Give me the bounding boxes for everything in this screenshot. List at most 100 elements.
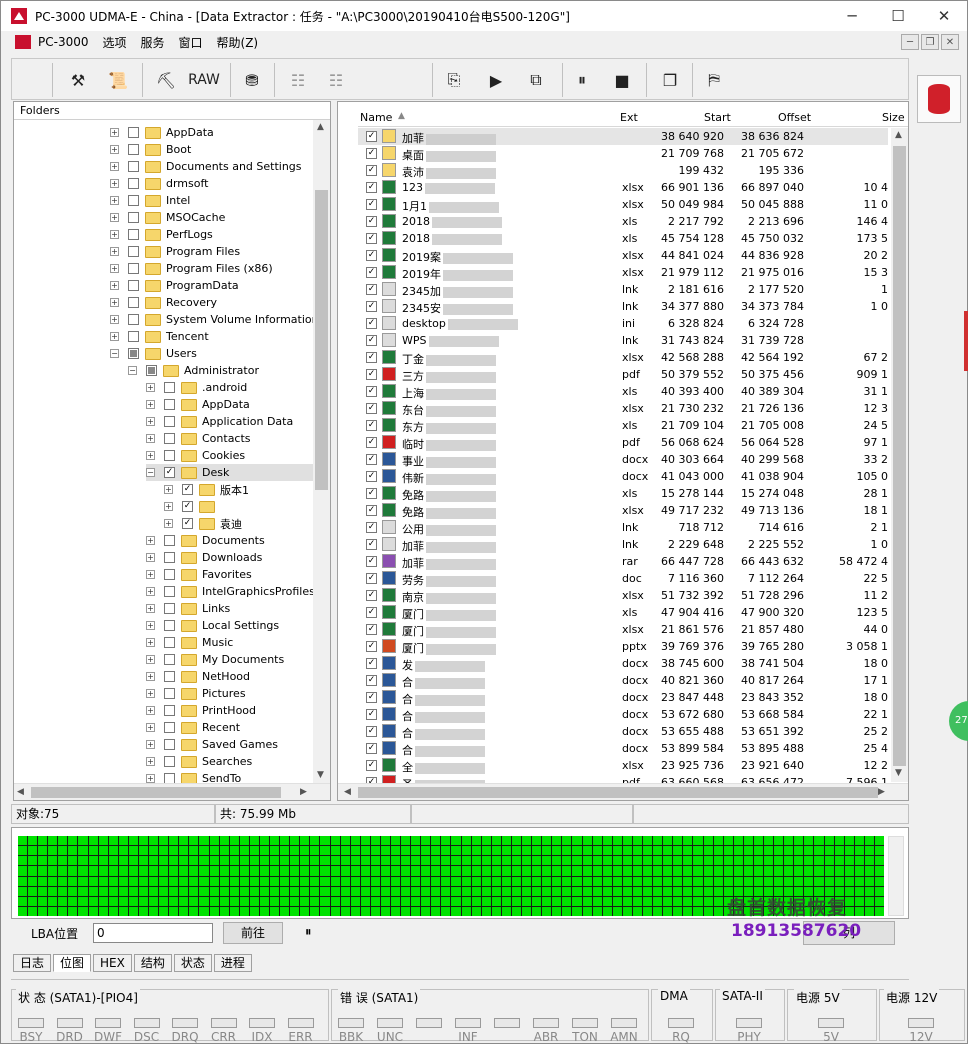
file-row[interactable]: ✓ 2019案 xlsx 44 841 024 44 836 928 20 2 — [358, 247, 888, 264]
folder-item[interactable]: + Cookies — [146, 447, 245, 464]
close-button[interactable]: ✕ — [921, 1, 967, 31]
folder-item[interactable]: + PerfLogs — [110, 226, 213, 243]
expand-toggle-icon[interactable]: + — [110, 179, 119, 188]
expand-toggle-icon[interactable]: + — [110, 264, 119, 273]
tools-icon[interactable]: ⚒ — [64, 67, 92, 93]
folder-item[interactable]: − ✓ Desk — [146, 464, 314, 481]
file-checkbox[interactable]: ✓ — [366, 624, 377, 635]
mdi-restore-button[interactable]: ❐ — [921, 34, 939, 50]
folder-checkbox[interactable]: ✓ — [182, 501, 193, 512]
expand-toggle-icon[interactable]: + — [146, 451, 155, 460]
exit-icon[interactable]: ⛿ — [700, 67, 728, 93]
file-row[interactable]: ✓ 免路 xlsx 49 717 232 49 713 136 18 1 — [358, 502, 888, 519]
file-checkbox[interactable]: ✓ — [366, 573, 377, 584]
file-row[interactable]: ✓ 加菲 lnk 2 229 648 2 225 552 1 0 — [358, 536, 888, 553]
network-icon[interactable]: ⧉ — [522, 67, 550, 93]
expand-toggle-icon[interactable]: + — [110, 247, 119, 256]
stop-icon[interactable]: ■ — [608, 67, 636, 93]
menu-options[interactable]: 选项 — [95, 34, 133, 51]
folder-item[interactable]: + Music — [146, 634, 233, 651]
lba-input[interactable]: 0 — [93, 923, 213, 943]
menu-window[interactable]: 窗口 — [172, 34, 210, 51]
folder-item[interactable]: + Boot — [110, 141, 191, 158]
expand-toggle-icon[interactable]: + — [146, 383, 155, 392]
folder-checkbox[interactable] — [128, 127, 139, 138]
folder-item[interactable]: + ProgramData — [110, 277, 239, 294]
folder-item[interactable]: + PrintHood — [146, 702, 256, 719]
folder-item[interactable]: + drmsoft — [110, 175, 208, 192]
folder-item[interactable]: + Downloads — [146, 549, 262, 566]
file-row[interactable]: ✓ 2345加 lnk 2 181 616 2 177 520 1 — [358, 281, 888, 298]
expand-toggle-icon[interactable]: + — [110, 196, 119, 205]
file-row[interactable]: ✓ 加菲 38 640 920 38 636 824 — [358, 128, 888, 145]
tab-bitmap[interactable]: 位图 — [53, 954, 92, 972]
binoculars-icon[interactable]: ⛏ — [152, 67, 180, 93]
file-row[interactable]: ✓ 劳务 doc 7 116 360 7 112 264 22 5 — [358, 570, 888, 587]
folder-item[interactable]: + AppData — [146, 396, 250, 413]
file-row[interactable]: ✓ 伟新 docx 41 043 000 41 038 904 105 0 — [358, 468, 888, 485]
file-list-scroll-thumb[interactable] — [893, 146, 906, 766]
expand-toggle-icon[interactable]: − — [146, 468, 155, 477]
file-checkbox[interactable]: ✓ — [366, 284, 377, 295]
pause-icon[interactable]: ⏸ — [568, 67, 596, 93]
folder-checkbox[interactable] — [164, 671, 175, 682]
folder-item[interactable]: + ✓ 袁迪 — [164, 515, 242, 532]
file-row[interactable]: ✓ 三方 pdf 50 379 552 50 375 456 909 1 — [358, 366, 888, 383]
file-checkbox[interactable]: ✓ — [366, 760, 377, 771]
file-row[interactable]: ✓ 合 docx 53 655 488 53 651 392 25 2 — [358, 723, 888, 740]
folder-checkbox[interactable] — [128, 178, 139, 189]
file-row[interactable]: ✓ 发 docx 38 745 600 38 741 504 18 0 — [358, 655, 888, 672]
file-checkbox[interactable]: ✓ — [366, 403, 377, 414]
folder-item[interactable]: + Recovery — [110, 294, 217, 311]
expand-toggle-icon[interactable]: + — [146, 706, 155, 715]
file-checkbox[interactable]: ✓ — [366, 250, 377, 261]
file-checkbox[interactable]: ✓ — [366, 726, 377, 737]
folder-item[interactable]: + IntelGraphicsProfiles — [146, 583, 314, 600]
file-checkbox[interactable]: ✓ — [366, 165, 377, 176]
folder-checkbox[interactable] — [128, 212, 139, 223]
folder-item[interactable]: + Local Settings — [146, 617, 279, 634]
file-row[interactable]: ✓ 公用 lnk 718 712 714 616 2 1 — [358, 519, 888, 536]
tab-hex[interactable]: HEX — [93, 954, 132, 972]
expand-toggle-icon[interactable]: + — [146, 604, 155, 613]
expand-toggle-icon[interactable]: + — [146, 621, 155, 630]
column-ext[interactable]: Ext — [620, 111, 638, 124]
side-badge[interactable]: 27 — [949, 701, 968, 741]
file-row[interactable]: ✓ 南京 xlsx 51 732 392 51 728 296 11 2 — [358, 587, 888, 604]
folder-checkbox[interactable] — [164, 569, 175, 580]
folder-checkbox[interactable] — [164, 433, 175, 444]
play-icon[interactable]: ▶ — [482, 67, 510, 93]
expand-toggle-icon[interactable]: + — [110, 281, 119, 290]
file-checkbox[interactable]: ✓ — [366, 692, 377, 703]
expand-toggle-icon[interactable]: + — [164, 502, 173, 511]
expand-toggle-icon[interactable]: + — [146, 434, 155, 443]
file-checkbox[interactable]: ✓ — [366, 267, 377, 278]
folder-checkbox[interactable] — [164, 450, 175, 461]
folder-item[interactable]: + .android — [146, 379, 247, 396]
file-row[interactable]: ✓ 丁金 xlsx 42 568 288 42 564 192 67 2 — [358, 349, 888, 366]
folder-item[interactable]: + ✓ — [164, 498, 220, 515]
folder-item[interactable]: + Documents and Settings — [110, 158, 302, 175]
expand-toggle-icon[interactable]: + — [110, 128, 119, 137]
folder-checkbox[interactable] — [128, 229, 139, 240]
file-checkbox[interactable]: ✓ — [366, 454, 377, 465]
file-checkbox[interactable]: ✓ — [366, 488, 377, 499]
folder-checkbox[interactable] — [164, 739, 175, 750]
expand-toggle-icon[interactable]: − — [110, 349, 119, 358]
expand-toggle-icon[interactable]: + — [146, 757, 155, 766]
folder-checkbox[interactable] — [164, 399, 175, 410]
folder-checkbox[interactable] — [164, 416, 175, 427]
go-button[interactable]: 前往 — [223, 922, 283, 944]
expand-toggle-icon[interactable]: + — [146, 400, 155, 409]
file-row[interactable]: ✓ 合 docx 53 672 680 53 668 584 22 1 — [358, 706, 888, 723]
file-row[interactable]: ✓ 袁沛 199 432 195 336 — [358, 162, 888, 179]
expand-toggle-icon[interactable]: + — [110, 213, 119, 222]
raw-button[interactable]: RAW — [184, 67, 224, 93]
file-row[interactable]: ✓ 2019年 xlsx 21 979 112 21 975 016 15 3 — [358, 264, 888, 281]
folder-checkbox[interactable] — [164, 586, 175, 597]
folder-item[interactable]: − Users — [110, 345, 197, 362]
folder-checkbox[interactable] — [128, 263, 139, 274]
folder-checkbox[interactable] — [146, 365, 157, 376]
file-checkbox[interactable]: ✓ — [366, 233, 377, 244]
file-row[interactable]: ✓ 合 docx 40 821 360 40 817 264 17 1 — [358, 672, 888, 689]
